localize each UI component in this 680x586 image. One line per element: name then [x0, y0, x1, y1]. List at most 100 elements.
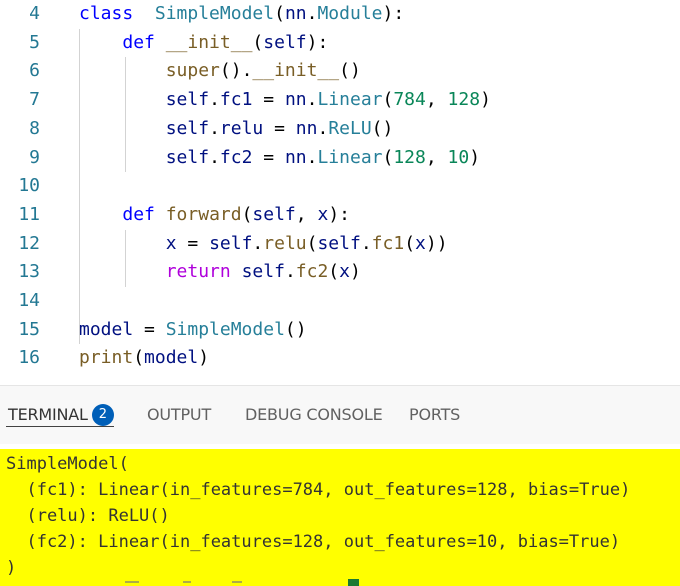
- code-text: def __init__(self):: [79, 29, 328, 58]
- code-token: fc1: [371, 232, 405, 254]
- terminal-line: (relu): ReLU(): [6, 506, 170, 526]
- code-token: __init__: [252, 60, 340, 82]
- code-editor[interactable]: 4 class SimpleModel(nn.Module): 5 def __in…: [0, 0, 680, 380]
- code-token: ):: [306, 31, 329, 53]
- code-token: (: [382, 89, 394, 111]
- tab-terminal[interactable]: TERMINAL 2: [8, 386, 114, 444]
- code-text: super().__init__(): [79, 57, 361, 86]
- line-number: 16: [18, 347, 40, 369]
- code-text: return self.fc2(x): [79, 258, 361, 287]
- code-text: x = self.relu(self.fc1(x)): [79, 230, 448, 259]
- code-line[interactable]: 5 def __init__(self):: [0, 29, 680, 58]
- code-token: .: [306, 146, 318, 168]
- code-token: Module: [317, 3, 383, 24]
- code-text: model = SimpleModel(): [79, 316, 307, 345]
- code-token: .: [306, 3, 318, 24]
- line-number: 15: [18, 318, 40, 340]
- tab-terminal-label: TERMINAL: [8, 405, 88, 424]
- code-token: def: [122, 31, 155, 53]
- code-token: (: [133, 347, 145, 369]
- code-line[interactable]: 12 x = self.relu(self.fc1(x)): [0, 230, 680, 259]
- line-number: 12: [18, 232, 40, 254]
- code-token: 128: [447, 89, 481, 111]
- tab-output[interactable]: OUTPUT: [147, 386, 211, 444]
- code-token: __init__: [154, 31, 253, 53]
- code-token: ,: [425, 146, 448, 168]
- code-line[interactable]: 11 def forward(self, x):: [0, 201, 680, 230]
- code-token: ): [469, 146, 481, 168]
- code-token: nn: [295, 117, 318, 139]
- code-token: ,: [425, 89, 448, 111]
- tab-ports[interactable]: PORTS: [409, 386, 460, 444]
- code-token: (): [284, 318, 307, 340]
- code-token: ReLU: [328, 117, 372, 139]
- prompt-fragment: [125, 581, 139, 583]
- line-number: 9: [29, 146, 40, 168]
- code-text: class SimpleModel(nn.Module):: [79, 0, 404, 29]
- terminal-line: SimpleModel(: [6, 454, 129, 474]
- code-token: self: [209, 232, 253, 254]
- code-token: self: [317, 232, 361, 254]
- code-token: (: [241, 203, 253, 225]
- code-token: =: [176, 232, 210, 254]
- code-text: print(model): [79, 344, 209, 373]
- code-token: =: [133, 318, 166, 340]
- terminal-line: ): [6, 558, 17, 578]
- code-token: x: [165, 232, 177, 254]
- code-token: def: [122, 203, 155, 225]
- code-line[interactable]: 13 return self.fc2(x): [0, 258, 680, 287]
- code-line[interactable]: 15 model = SimpleModel(): [0, 316, 680, 345]
- code-text: self.fc1 = nn.Linear(784, 128): [79, 86, 491, 115]
- code-token: fc2: [295, 261, 329, 283]
- code-line[interactable]: 6 super().__init__(): [0, 57, 680, 86]
- tab-debug-console[interactable]: DEBUG CONSOLE: [245, 386, 383, 444]
- code-token: super: [165, 60, 220, 82]
- code-token: (): [371, 117, 394, 139]
- code-token: (: [328, 261, 340, 283]
- code-token: ): [480, 89, 491, 111]
- line-number: 10: [18, 175, 40, 197]
- code-line[interactable]: 9 self.fc2 = nn.Linear(128, 10): [0, 144, 680, 173]
- code-line[interactable]: 7 self.fc1 = nn.Linear(784, 128): [0, 86, 680, 115]
- terminal-count-badge: 2: [91, 404, 114, 426]
- code-token: (): [339, 60, 361, 82]
- panel-tab-bar: TERMINAL 2 OUTPUT DEBUG CONSOLE PORTS: [0, 385, 680, 444]
- prompt-fragment: [232, 581, 242, 583]
- terminal-output[interactable]: SimpleModel( (fc1): Linear(in_features=7…: [0, 449, 680, 586]
- code-token: =: [252, 89, 285, 111]
- code-line[interactable]: 10: [0, 172, 680, 201]
- code-line[interactable]: 4 class SimpleModel(nn.Module):: [0, 0, 680, 29]
- code-token: relu: [219, 117, 264, 139]
- code-token: Linear: [317, 146, 383, 168]
- code-token: .: [360, 232, 372, 254]
- code-line[interactable]: 8 self.relu = nn.ReLU(): [0, 115, 680, 144]
- code-token: Linear: [317, 89, 383, 111]
- code-token: nn: [284, 89, 307, 111]
- code-token: (: [404, 232, 416, 254]
- code-token: x: [317, 203, 329, 225]
- code-token: ().: [219, 60, 253, 82]
- code-token: .: [209, 89, 220, 111]
- code-token: fc2: [219, 146, 253, 168]
- code-line[interactable]: 16 print(model): [0, 344, 680, 373]
- line-number: 14: [18, 290, 40, 311]
- code-token: x: [415, 232, 426, 254]
- code-token: .: [317, 117, 329, 139]
- line-number: 8: [29, 117, 40, 139]
- code-token: relu: [263, 232, 307, 254]
- tab-output-label: OUTPUT: [147, 405, 212, 424]
- code-token: nn: [284, 3, 307, 24]
- code-token: nn: [284, 146, 307, 168]
- code-token: self: [165, 146, 210, 168]
- code-line[interactable]: 14: [0, 287, 680, 316]
- code-token: self: [165, 117, 210, 139]
- code-token: .: [306, 89, 318, 111]
- code-token: model: [79, 318, 134, 340]
